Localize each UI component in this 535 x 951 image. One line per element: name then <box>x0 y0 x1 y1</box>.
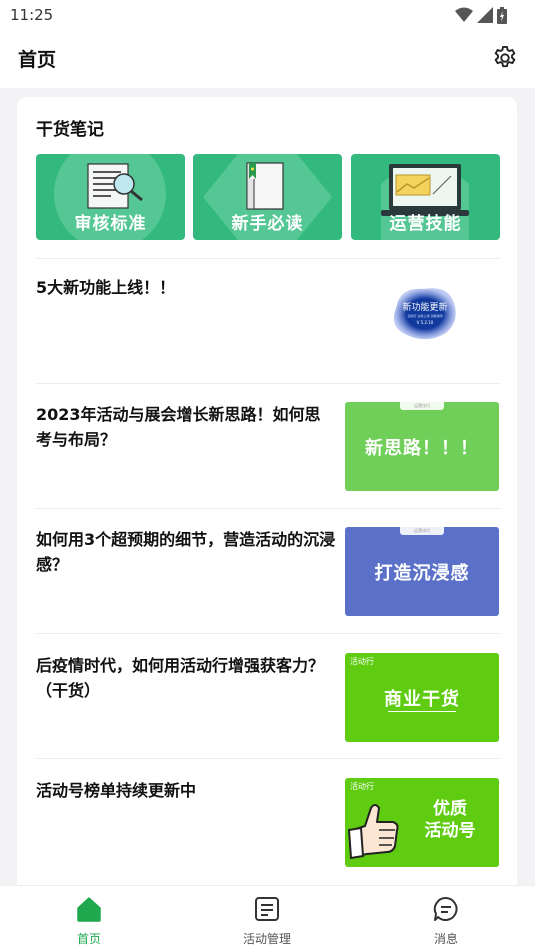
article-title: 2023年活动与展会增长新思路！如何思考与布局？ <box>36 405 321 449</box>
thumb-underline <box>388 711 456 712</box>
article-thumbnail: 新功能更新 活动行 全新上线 功能说明 V 5.2.10 <box>390 283 460 343</box>
guide-tile-label: 审核标准 <box>74 214 147 234</box>
signal-icon <box>477 7 493 23</box>
thumb-text: 新思路！！！ <box>365 437 479 459</box>
article-title: 后疫情时代，如何用活动行增强获客力？（干货） <box>36 656 325 700</box>
thumb-title: 新功能更新 <box>402 303 448 313</box>
status-icons <box>455 6 507 24</box>
divider <box>36 758 500 759</box>
nav-tab-activity-management[interactable]: 活动管理 <box>207 886 327 951</box>
thumb-subtitle: 活动行 全新上线 功能说明 <box>407 314 443 318</box>
nav-tab-label: 消息 <box>433 932 458 946</box>
article-thumbnail: 活动行 优质 活动号 <box>345 778 499 867</box>
divider <box>36 383 500 384</box>
guide-tile-label: 运营技能 <box>389 214 462 234</box>
article-item[interactable]: 活动号榜单持续更新中 活动行 优质 活动号 <box>36 778 500 888</box>
article-title: 如何用3个超预期的细节，营造活动的沉浸感？ <box>36 530 336 574</box>
thumb-text-line2: 活动号 <box>424 821 476 841</box>
thumb-brand: 活动行 <box>350 657 374 666</box>
thumb-tag: 运营技巧 <box>400 402 444 410</box>
thumb-version: V 5.2.10 <box>416 320 434 325</box>
message-icon <box>433 896 458 921</box>
blob-shape <box>393 288 456 340</box>
article-item[interactable]: 5大新功能上线！！ 新功能更新 活动行 全新上线 功能说明 V 5.2.10 <box>36 275 500 385</box>
thumb-tag: 运营技巧 <box>400 527 444 535</box>
status-time: 11:25 <box>10 6 54 24</box>
article-thumbnail: 运营技巧 打造沉浸感 <box>345 527 499 616</box>
divider <box>36 633 500 634</box>
divider <box>36 258 500 259</box>
article-title: 5大新功能上线！！ <box>36 278 176 297</box>
article-thumbnail: 运营技巧 新思路！！！ <box>345 402 499 491</box>
status-bar: 11:25 <box>0 0 535 30</box>
guide-tile-label: 新手必读 <box>231 214 304 234</box>
guide-tile-operation-skills[interactable]: 运营技能 <box>351 154 500 240</box>
thumbs-up-icon <box>347 804 399 860</box>
nav-tab-messages[interactable]: 消息 <box>386 886 506 951</box>
battery-icon <box>497 6 507 24</box>
article-item[interactable]: 2023年活动与展会增长新思路！如何思考与布局？ 运营技巧 新思路！！！ <box>36 402 500 512</box>
nav-tab-label: 活动管理 <box>242 932 291 946</box>
wifi-icon <box>455 7 473 22</box>
page-title: 首页 <box>18 49 57 71</box>
article-item[interactable]: 后疫情时代，如何用活动行增强获客力？（干货） 活动行 商业干货 <box>36 653 500 763</box>
guide-tiles: 审核标准 新手必读 运营技能 <box>36 154 500 240</box>
list-icon <box>255 897 279 921</box>
divider <box>36 508 500 509</box>
article-item[interactable]: 如何用3个超预期的细节，营造活动的沉浸感？ 运营技巧 打造沉浸感 <box>36 527 500 637</box>
settings-gear-icon[interactable] <box>491 44 519 72</box>
home-icon <box>77 897 101 922</box>
section-title: 干货笔记 <box>36 120 104 140</box>
thumb-brand: 活动行 <box>350 782 374 791</box>
article-title: 活动号榜单持续更新中 <box>36 781 197 800</box>
thumb-text: 打造沉浸感 <box>374 562 470 584</box>
nav-tab-home[interactable]: 首页 <box>29 886 149 951</box>
article-thumbnail: 活动行 商业干货 <box>345 653 499 742</box>
nav-tab-label: 首页 <box>76 932 101 946</box>
guide-tile-review-standards[interactable]: 审核标准 <box>36 154 185 240</box>
bottom-nav: 首页 活动管理 消息 <box>0 885 535 951</box>
guide-tile-beginner-must-read[interactable]: 新手必读 <box>193 154 342 240</box>
app-bar: 首页 <box>0 30 535 88</box>
notes-card: 干货笔记 审核标准 新手必读 运营技能 5大新功能上线！！ 新功能更新 活动行 … <box>17 97 517 897</box>
thumb-text: 商业干货 <box>384 688 460 710</box>
